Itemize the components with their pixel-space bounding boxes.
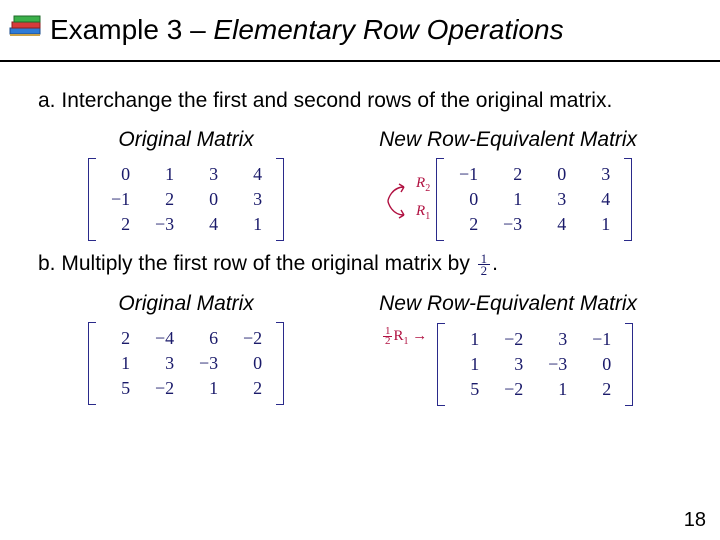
- matrix-b-result-wrap: 12R1 → 1−23−1 13−30 5−212: [383, 323, 633, 406]
- part-b-right: New Row-Equivalent Matrix 12R1 → 1−23−1 …: [334, 292, 682, 406]
- part-a-left: Original Matrix 0134 −1203 2−341: [38, 128, 334, 241]
- matrix-a-original-wrap: 0134 −1203 2−341: [88, 158, 284, 241]
- part-b-desc-post: .: [492, 252, 498, 275]
- slide-title: Example 3 – Elementary Row Operations: [50, 14, 564, 46]
- part-a-left-head: Original Matrix: [38, 128, 334, 152]
- part-a-desc: Interchange the first and second rows of…: [61, 89, 612, 112]
- part-b-columns: Original Matrix 2−46−2 13−30 5−212 New R…: [38, 292, 682, 406]
- page-number: 18: [684, 509, 706, 532]
- part-b-right-head: New Row-Equivalent Matrix: [334, 292, 682, 316]
- slide-body: a. Interchange the first and second rows…: [0, 62, 720, 406]
- books-icon: [6, 6, 46, 46]
- part-b-desc-pre: Multiply the first row of the original m…: [61, 252, 475, 275]
- title-topic: Elementary Row Operations: [213, 14, 563, 45]
- part-a-right-head: New Row-Equivalent Matrix: [334, 128, 682, 152]
- row-swap-labels: R2 R1: [416, 172, 430, 228]
- matrix-b-original: 2−46−2 13−30 5−212: [88, 322, 284, 405]
- row-scale-op: 12R1 →: [383, 327, 431, 347]
- part-b-label: b.: [38, 252, 56, 275]
- part-b-left-head: Original Matrix: [38, 292, 334, 316]
- part-b-left: Original Matrix 2−46−2 13−30 5−212: [38, 292, 334, 406]
- matrix-b-original-wrap: 2−46−2 13−30 5−212: [88, 322, 284, 405]
- matrix-b-result: 1−23−1 13−30 5−212: [437, 323, 633, 406]
- title-lead: Example 3 –: [50, 14, 213, 45]
- part-a-text: a. Interchange the first and second rows…: [38, 88, 682, 114]
- title-bar: Example 3 – Elementary Row Operations: [0, 0, 720, 62]
- matrix-a-result-wrap: R2 R1 −1203 0134 2−341: [384, 158, 632, 241]
- part-b-text: b. Multiply the first row of the origina…: [38, 251, 682, 277]
- row-swap-arrow-icon: [384, 177, 410, 223]
- one-half-fraction: 12: [478, 253, 491, 276]
- right-arrow-icon: →: [412, 328, 427, 344]
- matrix-a-result: −1203 0134 2−341: [436, 158, 632, 241]
- part-a-columns: Original Matrix 0134 −1203 2−341 New Row…: [38, 128, 682, 241]
- part-a-label: a.: [38, 89, 56, 112]
- part-a-right: New Row-Equivalent Matrix R2 R1 −1203: [334, 128, 682, 241]
- matrix-a-original: 0134 −1203 2−341: [88, 158, 284, 241]
